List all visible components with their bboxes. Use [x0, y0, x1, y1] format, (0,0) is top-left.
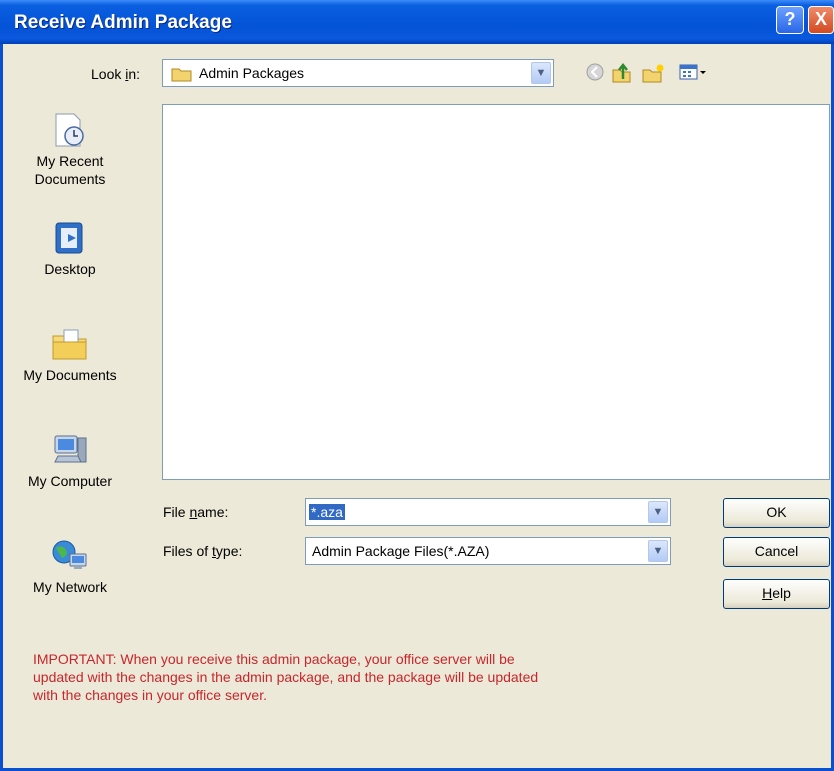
file-name-dropdown-button[interactable]: ▼	[648, 501, 668, 523]
file-name-value: *.aza	[309, 504, 345, 520]
cancel-button[interactable]: Cancel	[723, 537, 830, 567]
look-in-dropdown-button[interactable]: ▼	[531, 62, 551, 84]
file-name-input[interactable]: *.aza ▼	[305, 498, 671, 526]
look-in-label: Look in:	[91, 66, 141, 82]
up-folder-icon[interactable]	[609, 62, 633, 86]
back-icon[interactable]	[583, 62, 607, 86]
file-name-label: File name:	[163, 504, 229, 520]
window-title: Receive Admin Package	[14, 12, 232, 33]
file-type-label: Files of type:	[163, 543, 243, 559]
place-my-recent-documents[interactable]: My Recent Documents	[0, 112, 140, 188]
recent-documents-icon	[55, 113, 84, 147]
look-in-dropdown[interactable]: Admin Packages ▼	[162, 59, 554, 87]
my-network-icon	[52, 540, 87, 569]
look-in-value: Admin Packages	[199, 65, 305, 81]
title-close-button[interactable]: X	[808, 6, 834, 34]
file-list[interactable]	[162, 104, 830, 480]
place-my-network[interactable]: My Network	[0, 538, 140, 596]
place-desktop[interactable]: Desktop	[0, 220, 140, 278]
file-type-dropdown[interactable]: Admin Package Files(*.AZA) ▼	[305, 537, 671, 565]
file-type-dropdown-button[interactable]: ▼	[648, 540, 668, 562]
help-button[interactable]: Help	[723, 579, 830, 609]
desktop-icon	[55, 222, 83, 254]
ok-button[interactable]: OK	[723, 498, 830, 528]
my-computer-icon	[54, 435, 87, 463]
title-help-button[interactable]: ?	[776, 6, 804, 34]
new-folder-icon[interactable]	[641, 62, 665, 86]
my-documents-icon	[52, 329, 87, 360]
folder-icon	[171, 68, 192, 82]
important-notice: IMPORTANT: When you receive this admin p…	[33, 651, 539, 703]
file-type-value: Admin Package Files(*.AZA)	[312, 543, 490, 559]
place-my-computer[interactable]: My Computer	[0, 432, 140, 490]
place-my-documents[interactable]: My Documents	[0, 326, 140, 384]
title-bar[interactable]: Receive Admin Package ? X	[0, 0, 834, 44]
view-menu-icon[interactable]	[678, 62, 710, 86]
